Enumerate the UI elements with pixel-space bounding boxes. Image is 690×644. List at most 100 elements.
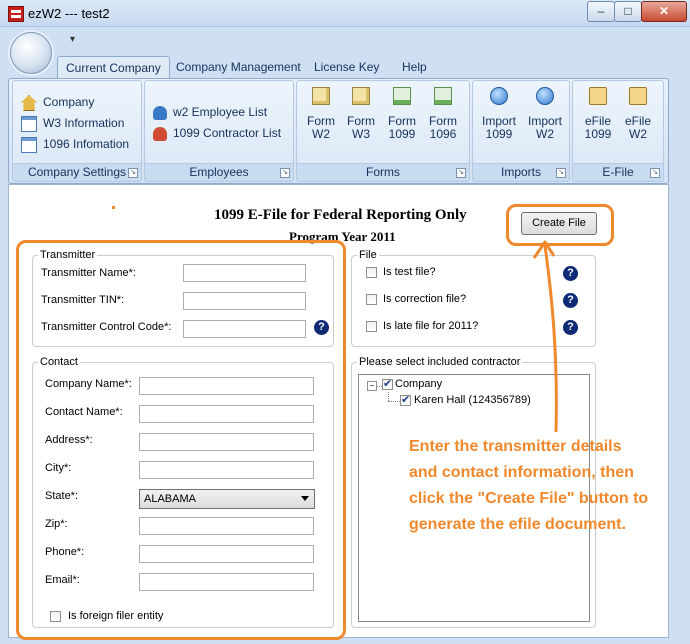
address-label: Address*: [45, 434, 93, 446]
form-icon [393, 87, 411, 105]
w3-information-label: W3 Information [43, 116, 125, 131]
import-icon [536, 87, 554, 105]
company-node-label[interactable]: Company [395, 378, 442, 390]
test-file-label: Is test file? [383, 266, 436, 278]
company-name-label: Company Name*: [45, 378, 132, 390]
document-icon [21, 116, 37, 132]
correction-file-checkbox[interactable] [366, 294, 377, 305]
file-legend: File [357, 249, 379, 261]
contact-name-input[interactable] [139, 405, 314, 423]
company-node-checkbox[interactable] [382, 377, 393, 390]
tree-connector [388, 392, 389, 401]
transmitter-name-input[interactable] [183, 264, 306, 282]
transmitter-legend: Transmitter [38, 249, 98, 261]
transmitter-tin-label: Transmitter TIN*: [41, 294, 125, 306]
group-label-imports: Imports ↘ [473, 163, 569, 181]
efile-icon [629, 87, 647, 105]
tab-current-company[interactable]: Current Company [57, 56, 170, 79]
chevron-down-icon [301, 496, 309, 501]
tree-collapse-icon[interactable]: − [367, 381, 377, 391]
group-efile: eFile 1099 eFile W2 E-File ↘ [572, 80, 664, 182]
1096-information-label: 1096 Infomation [43, 137, 130, 152]
phone-label: Phone*: [45, 546, 85, 558]
quick-access-toolbar-arrow[interactable]: ▾ [70, 34, 75, 45]
email-input[interactable] [139, 573, 314, 591]
ribbon-1099-contractor-list-button[interactable]: 1099 Contractor List [153, 126, 281, 141]
window-title: ezW2 --- test2 [28, 6, 110, 21]
annotation-dot [112, 206, 115, 209]
1099-contractor-list-label: 1099 Contractor List [173, 126, 282, 140]
tab-company-management[interactable]: Company Management [168, 56, 309, 78]
dialog-launcher-icon[interactable]: ↘ [456, 168, 466, 178]
dialog-launcher-icon[interactable]: ↘ [280, 168, 290, 178]
efile-1099-button[interactable]: eFile 1099 [579, 87, 617, 141]
ribbon-company-button[interactable]: Company [21, 95, 94, 111]
form-1099-button[interactable]: Form 1099 [384, 87, 420, 141]
app-icon[interactable] [8, 6, 24, 22]
state-select-value: ALABAMA [144, 493, 196, 505]
transmitter-control-code-label: Transmitter Control Code*: [41, 321, 172, 333]
annotation-arrow [532, 240, 558, 433]
tab-license-key[interactable]: License Key [306, 56, 387, 78]
transmitter-control-code-input[interactable] [183, 320, 306, 338]
group-employees: w2 Employee List 1099 Contractor List Em… [144, 80, 294, 182]
city-label: City*: [45, 462, 72, 474]
contractor-node-checkbox[interactable] [400, 393, 411, 406]
tree-connector [388, 401, 400, 402]
late-file-label: Is late file for 2011? [383, 320, 479, 332]
state-label: State*: [45, 490, 79, 502]
company-label: Company [43, 95, 95, 110]
foreign-filer-label: Is foreign filer entity [68, 610, 164, 622]
form-w3-button[interactable]: Form W3 [343, 87, 379, 141]
address-input[interactable] [139, 433, 314, 451]
group-label-company-settings: Company Settings ↘ [13, 163, 141, 181]
dialog-launcher-icon[interactable]: ↘ [650, 168, 660, 178]
annotation-note: Enter the transmitter details and contac… [409, 438, 649, 533]
group-forms: Form W2 Form W3 Form 1099 Form 1096 Forms ↘ [296, 80, 470, 182]
form-icon [434, 87, 452, 105]
minimize-button[interactable]: – [587, 1, 615, 22]
foreign-filer-checkbox[interactable] [50, 611, 61, 622]
contact-legend: Contact [38, 356, 80, 368]
create-file-button[interactable]: Create File [521, 212, 597, 235]
ribbon-1096-information-button[interactable]: 1096 Infomation [21, 137, 129, 153]
import-1099-button[interactable]: Import 1099 [477, 87, 521, 141]
transmitter-name-label: Transmitter Name*: [41, 267, 136, 279]
zip-input[interactable] [139, 517, 314, 535]
close-button[interactable]: ✕ [641, 1, 687, 22]
contractor-legend: Please select included contractor [357, 356, 523, 368]
import-w2-button[interactable]: Import W2 [523, 87, 567, 141]
test-file-checkbox[interactable] [366, 267, 377, 278]
help-icon[interactable]: ? [314, 320, 329, 335]
contractor-node-label[interactable]: Karen Hall (124356789) [414, 394, 531, 406]
house-icon [21, 95, 37, 111]
group-company-settings: Company W3 Information 1096 Infomation C… [12, 80, 142, 182]
ribbon-w2-employee-list-button[interactable]: w2 Employee List [153, 105, 267, 120]
transmitter-tin-input[interactable] [183, 292, 306, 310]
late-file-checkbox[interactable] [366, 321, 377, 332]
ribbon-w3-information-button[interactable]: W3 Information [21, 116, 124, 132]
w2-employee-list-label: w2 Employee List [173, 105, 268, 119]
group-label-forms: Forms ↘ [297, 163, 469, 181]
company-name-input[interactable] [139, 377, 314, 395]
state-select[interactable]: ALABAMA [139, 489, 315, 509]
dialog-launcher-icon[interactable]: ↘ [128, 168, 138, 178]
efile-icon [589, 87, 607, 105]
city-input[interactable] [139, 461, 314, 479]
person-icon [153, 126, 167, 141]
form-w2-button[interactable]: Form W2 [303, 87, 339, 141]
application-menu-orb[interactable] [10, 32, 52, 74]
email-label: Email*: [45, 574, 80, 586]
document-icon [21, 137, 37, 153]
tab-help[interactable]: Help [394, 56, 435, 78]
phone-input[interactable] [139, 545, 314, 563]
maximize-button[interactable]: □ [614, 1, 642, 22]
correction-file-label: Is correction file? [383, 293, 467, 305]
group-label-efile: E-File ↘ [573, 163, 663, 181]
person-icon [153, 105, 167, 120]
dialog-launcher-icon[interactable]: ↘ [556, 168, 566, 178]
title-bar: ezW2 --- test2 – □ ✕ [0, 0, 690, 27]
page-title: 1099 E-File for Federal Reporting Only [214, 207, 467, 223]
form-1096-button[interactable]: Form 1096 [425, 87, 461, 141]
efile-w2-button[interactable]: eFile W2 [619, 87, 657, 141]
